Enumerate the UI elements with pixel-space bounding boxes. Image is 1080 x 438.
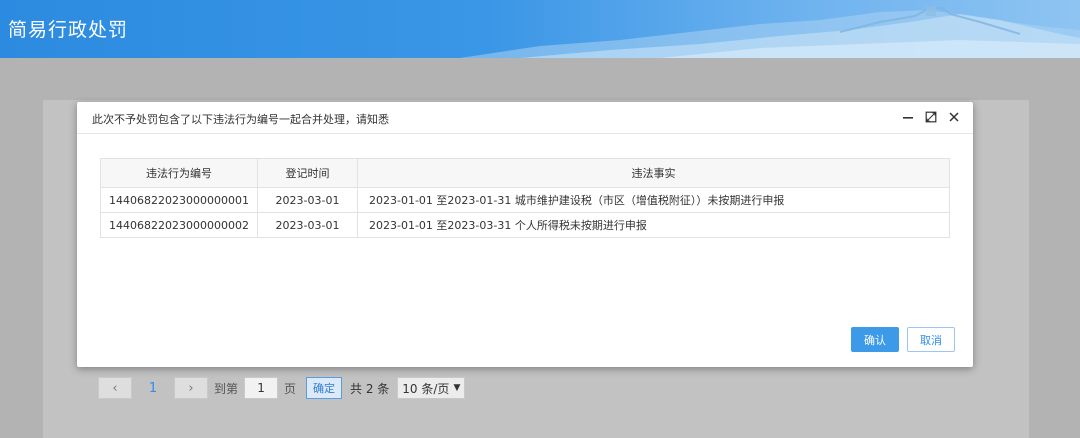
column-header-register-date: 登记时间 [256, 158, 358, 188]
pagination: ‹ 1 › 到第 页 确定 共 2 条 10 条/页 ▼ [98, 376, 466, 400]
register-date-cell: 2023-03-01 [256, 187, 358, 213]
table-row[interactable]: 14406822023000000002 2023-03-01 2023-01-… [100, 212, 951, 238]
register-date-cell: 2023-03-01 [256, 212, 358, 238]
violation-id-cell: 14406822023000000002 [100, 212, 258, 238]
violation-fact-cell: 2023-01-01 至2023-01-31 城市维护建设税（市区（增值税附征）… [356, 187, 951, 213]
maximize-icon[interactable] [924, 110, 938, 124]
table-row[interactable]: 14406822023000000001 2023-03-01 2023-01-… [100, 187, 951, 213]
great-wall-banner-image [460, 6, 1080, 58]
window-controls [901, 110, 961, 124]
chevron-down-icon: ▼ [453, 383, 461, 393]
column-header-violation-fact: 违法事实 [356, 158, 951, 188]
app-title: 简易行政处罚 [8, 19, 129, 41]
violation-table: 违法行为编号 登记时间 违法事实 14406822023000000001 20… [100, 158, 951, 238]
table-header-row: 违法行为编号 登记时间 违法事实 [100, 158, 951, 188]
violation-fact-cell: 2023-01-01 至2023-03-31 个人所得税未按期进行申报 [356, 212, 951, 238]
merge-notice-dialog: 此次不予处罚包含了以下违法行为编号一起合并处理，请知悉 违法行为编号 登记时间 … [77, 102, 973, 367]
cancel-button[interactable]: 取消 [907, 327, 955, 352]
chevron-left-icon: ‹ [112, 380, 118, 396]
current-page-number[interactable]: 1 [132, 381, 174, 396]
confirm-button[interactable]: 确认 [851, 327, 899, 352]
prev-page-button[interactable]: ‹ [98, 377, 132, 399]
total-count: 共 2 条 [350, 381, 390, 396]
next-page-button[interactable]: › [174, 377, 208, 399]
page-size-select[interactable]: 10 条/页 ▼ [397, 377, 466, 399]
goto-page-input[interactable] [244, 377, 279, 399]
dialog-header: 此次不予处罚包含了以下违法行为编号一起合并处理，请知悉 [77, 102, 973, 134]
dialog-title: 此次不予处罚包含了以下违法行为编号一起合并处理，请知悉 [92, 113, 389, 126]
chevron-right-icon: › [188, 380, 194, 396]
column-header-violation-id: 违法行为编号 [100, 158, 258, 188]
close-icon[interactable] [947, 110, 961, 124]
app-header: 简易行政处罚 [0, 0, 1080, 58]
page-unit-label: 页 [284, 381, 297, 396]
minimize-icon[interactable] [901, 110, 915, 124]
goto-label: 到第 [214, 381, 239, 396]
page-size-value: 10 条/页 [402, 381, 450, 396]
goto-confirm-button[interactable]: 确定 [306, 377, 343, 399]
violation-id-cell: 14406822023000000001 [100, 187, 258, 213]
